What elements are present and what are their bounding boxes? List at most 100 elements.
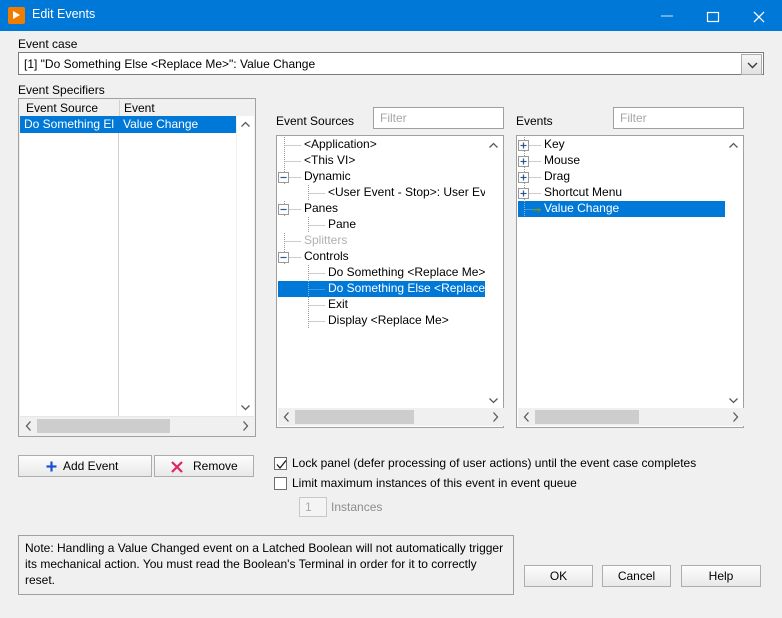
tree-node-label: Panes: [304, 201, 339, 215]
cell-event: Value Change: [123, 117, 199, 131]
help-button[interactable]: Help: [681, 565, 761, 587]
column-header-event[interactable]: Event: [124, 101, 155, 115]
specifiers-vertical-scrollbar[interactable]: [236, 116, 254, 416]
close-button[interactable]: [736, 0, 782, 31]
event-specifiers-label: Event Specifiers: [18, 83, 105, 97]
scroll-up-icon[interactable]: [237, 116, 254, 133]
expand-icon[interactable]: [518, 172, 529, 183]
tree-node[interactable]: Mouse: [518, 153, 726, 169]
tree-node[interactable]: Shortcut Menu: [518, 185, 726, 201]
tree-node[interactable]: Display <Replace Me>: [278, 313, 486, 329]
event-case-value: [1] "Do Something Else <Replace Me>": Va…: [24, 57, 316, 71]
tree-node[interactable]: Exit: [278, 297, 486, 313]
events-vertical-scrollbar[interactable]: [725, 137, 742, 409]
sources-vertical-scrollbar[interactable]: [485, 137, 502, 409]
tree-connector-lines: [308, 217, 325, 233]
chevron-down-icon[interactable]: [741, 54, 762, 75]
check-icon: [276, 460, 287, 470]
maximize-button[interactable]: [690, 0, 736, 31]
sources-horizontal-scrollbar[interactable]: [278, 408, 504, 426]
events-label: Events: [516, 114, 553, 128]
events-tree-body[interactable]: Key Mouse Drag Shortcut Menu ⇒ Value Change: [518, 137, 726, 409]
tree-node-label: Controls: [304, 249, 349, 263]
expand-icon[interactable]: [518, 156, 529, 167]
event-specifiers-panel: Event Source Event Do Something El Value…: [18, 98, 256, 437]
scroll-down-icon[interactable]: [237, 399, 254, 416]
lock-panel-label: Lock panel (defer processing of user act…: [292, 456, 697, 470]
scroll-up-icon[interactable]: [725, 137, 742, 154]
remove-label: Remove: [193, 459, 238, 473]
events-horizontal-scrollbar[interactable]: [518, 408, 744, 426]
tree-node[interactable]: <User Event - Stop>: User Eve: [278, 185, 486, 201]
scroll-up-icon[interactable]: [485, 137, 502, 154]
scroll-left-icon[interactable]: [518, 408, 535, 426]
ok-button[interactable]: OK: [524, 565, 593, 587]
event-sources-tree[interactable]: <Application> <This VI> Dynamic <User Event…: [276, 135, 504, 428]
list-column-divider: [118, 116, 119, 416]
scroll-down-icon[interactable]: [485, 392, 502, 409]
tree-node[interactable]: ⇒ Value Change: [518, 201, 726, 217]
scroll-right-icon[interactable]: [237, 417, 254, 435]
scroll-right-icon[interactable]: [727, 408, 744, 426]
event-sources-tree-body[interactable]: <Application> <This VI> Dynamic <User Event…: [278, 137, 486, 409]
x-icon: [171, 461, 183, 473]
collapse-icon[interactable]: [278, 252, 289, 263]
scrollbar-thumb[interactable]: [535, 410, 639, 424]
add-event-button[interactable]: Add Event: [18, 455, 152, 477]
tree-node[interactable]: Splitters: [278, 233, 486, 249]
note-panel: Note: Handling a Value Changed event on …: [18, 535, 514, 595]
filter-placeholder: Filter: [380, 111, 407, 125]
tree-node-label: <Application>: [304, 137, 377, 151]
event-specifiers-list[interactable]: Do Something El Value Change: [20, 116, 236, 416]
remove-button[interactable]: Remove: [154, 455, 254, 477]
tree-node-label: Value Change: [544, 201, 620, 215]
minimize-button[interactable]: [644, 0, 690, 31]
instances-label: Instances: [331, 500, 383, 514]
collapse-icon[interactable]: [278, 204, 289, 215]
column-divider[interactable]: [119, 100, 120, 116]
tree-node[interactable]: <This VI>: [278, 153, 486, 169]
checkbox-box[interactable]: [274, 457, 287, 470]
labview-run-icon: [8, 7, 25, 24]
tree-node-label: Drag: [544, 169, 571, 183]
tree-node[interactable]: Do Something <Replace Me>: [278, 265, 486, 281]
tree-node[interactable]: Controls: [278, 249, 486, 265]
tree-node[interactable]: <Application>: [278, 137, 486, 153]
cancel-button[interactable]: Cancel: [602, 565, 671, 587]
events-filter-input[interactable]: Filter: [613, 107, 744, 129]
scroll-left-icon[interactable]: [278, 408, 295, 426]
table-row[interactable]: Do Something El Value Change: [20, 116, 236, 133]
event-sources-filter-input[interactable]: Filter: [373, 107, 504, 129]
tree-node[interactable]: Pane: [278, 217, 486, 233]
expand-icon[interactable]: [518, 188, 529, 199]
tree-node[interactable]: Dynamic: [278, 169, 486, 185]
add-event-label: Add Event: [63, 459, 119, 473]
scroll-right-icon[interactable]: [487, 408, 504, 426]
window-titlebar: Edit Events: [0, 0, 782, 31]
tree-node-label: Display <Replace Me>: [328, 313, 449, 327]
scrollbar-thumb[interactable]: [37, 419, 170, 433]
filter-placeholder: Filter: [620, 111, 647, 125]
tree-connector-lines: [308, 297, 325, 313]
tree-node-label: <This VI>: [304, 153, 356, 167]
tree-node-label: Shortcut Menu: [544, 185, 623, 199]
tree-node-label: Exit: [328, 297, 349, 311]
tree-node[interactable]: Drag: [518, 169, 726, 185]
scrollbar-thumb[interactable]: [295, 410, 414, 424]
column-header-event-source[interactable]: Event Source: [26, 101, 98, 115]
checkbox-box[interactable]: [274, 477, 287, 490]
tree-node-label: Key: [544, 137, 565, 151]
tree-node[interactable]: Panes: [278, 201, 486, 217]
collapse-icon[interactable]: [278, 172, 289, 183]
events-tree[interactable]: Key Mouse Drag Shortcut Menu ⇒ Value Change: [516, 135, 744, 428]
event-case-combobox[interactable]: [1] "Do Something Else <Replace Me>": Va…: [18, 52, 764, 75]
help-label: Help: [708, 569, 734, 583]
expand-icon[interactable]: [518, 140, 529, 151]
specifiers-horizontal-scrollbar[interactable]: [20, 416, 254, 435]
event-case-label: Event case: [18, 37, 78, 51]
tree-node[interactable]: Key: [518, 137, 726, 153]
scroll-down-icon[interactable]: [725, 392, 742, 409]
tree-node[interactable]: Do Something Else <Replace: [278, 281, 486, 297]
instances-input[interactable]: 1: [299, 497, 327, 517]
scroll-left-icon[interactable]: [20, 417, 37, 435]
